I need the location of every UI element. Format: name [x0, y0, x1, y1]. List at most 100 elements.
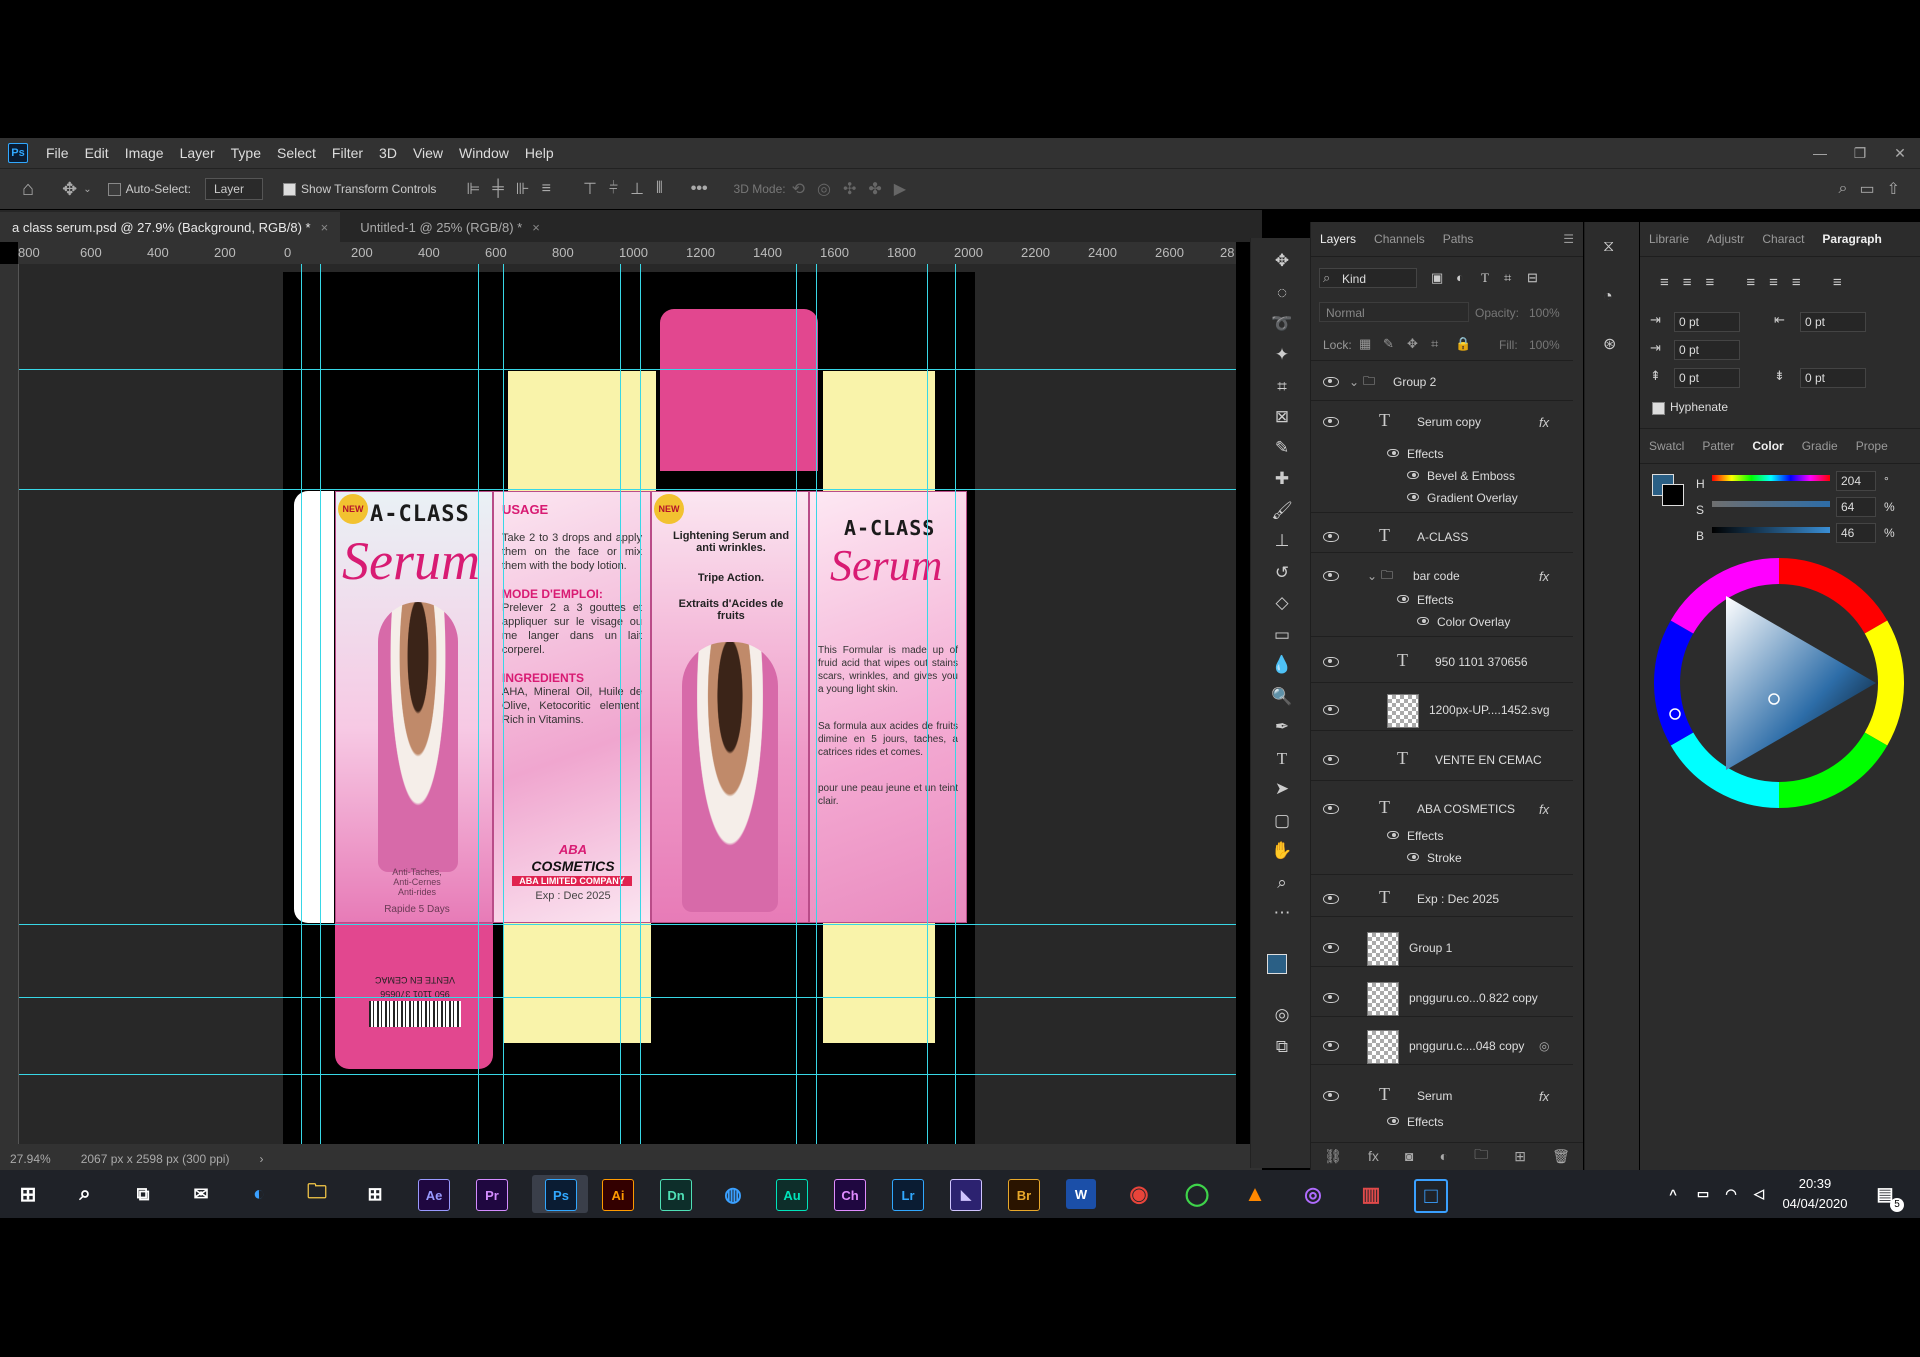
filter-type-icon[interactable]: T [1481, 270, 1489, 286]
tab-a-class-serum[interactable]: a class serum.psd @ 27.9% (Background, R… [0, 212, 341, 242]
visibility-eye-icon[interactable] [1323, 1091, 1339, 1101]
visibility-eye-icon[interactable] [1323, 571, 1339, 581]
lock-pixels-icon[interactable]: ▦ [1359, 336, 1371, 352]
color-wheel[interactable] [1654, 558, 1904, 808]
indent-left-input[interactable]: 0 pt [1674, 312, 1740, 332]
layer-serum-copy[interactable]: T Serum copy fx [1311, 410, 1573, 432]
visibility-eye-icon[interactable] [1323, 705, 1339, 715]
chevron-up-icon[interactable]: ^ [1658, 1179, 1688, 1209]
lasso-tool-icon[interactable]: ➰ [1267, 311, 1297, 337]
guide-vertical[interactable] [320, 264, 321, 1144]
filter-shape-icon[interactable]: ⌗ [1504, 270, 1511, 286]
blend-mode-select[interactable]: Normal [1319, 302, 1469, 322]
layer-select[interactable]: Layer [204, 178, 263, 200]
tab-patterns[interactable]: Patter [1693, 439, 1743, 453]
menu-window[interactable]: Window [451, 145, 517, 161]
align-top-icon[interactable]: ⊤ [583, 179, 597, 199]
tab-paths[interactable]: Paths [1434, 232, 1483, 246]
fx-icon[interactable]: fx [1539, 569, 1549, 584]
effects-row[interactable]: Effects [1311, 1112, 1573, 1132]
tab-adjustments[interactable]: Adjustr [1698, 232, 1753, 246]
layer-pngguru-0822[interactable]: pngguru.co...0.822 copy [1311, 982, 1573, 1016]
dodge-tool-icon[interactable]: 🔍 [1267, 684, 1297, 710]
effect-color-overlay[interactable]: Color Overlay [1311, 612, 1573, 632]
minimize-icon[interactable]: — [1800, 145, 1840, 161]
tab-color[interactable]: Color [1743, 439, 1792, 453]
menu-view[interactable]: View [405, 145, 451, 161]
layer-serum[interactable]: T Serum fx [1311, 1084, 1573, 1106]
first-line-indent-input[interactable]: 0 pt [1674, 340, 1740, 360]
app-icon[interactable]: ◍ [718, 1179, 748, 1209]
tab-swatches[interactable]: Swatcl [1640, 439, 1693, 453]
zoom-level[interactable]: 27.94% [10, 1152, 51, 1166]
visibility-eye-icon[interactable] [1417, 617, 1429, 625]
chrome-icon[interactable]: ◉ [1124, 1179, 1154, 1209]
visibility-eye-icon[interactable] [1323, 377, 1339, 387]
task-view-icon[interactable]: ⧉ [128, 1179, 158, 1209]
guide-vertical[interactable] [640, 264, 641, 1144]
align-left-icon[interactable]: ⊫ [466, 179, 480, 199]
guide-vertical[interactable] [955, 264, 956, 1144]
share-icon[interactable]: ⇧ [1887, 179, 1900, 199]
photoshop-icon[interactable]: Ps [545, 1179, 577, 1211]
clock-date[interactable]: 04/04/2020 [1772, 1196, 1858, 1211]
visibility-eye-icon[interactable] [1407, 853, 1419, 861]
eyedropper-icon[interactable]: ✎ [1267, 435, 1297, 461]
restore-icon[interactable]: ❐ [1840, 145, 1880, 162]
visibility-eye-icon[interactable] [1323, 532, 1339, 542]
add-mask-icon[interactable]: ◙ [1405, 1148, 1413, 1164]
move-tool-icon[interactable]: ✥ [1267, 248, 1297, 274]
close-tab-icon[interactable]: × [321, 220, 329, 235]
document-info[interactable]: 2067 px x 2598 px (300 ppi) [81, 1152, 230, 1166]
fx-icon[interactable]: fx [1539, 1089, 1549, 1104]
visibility-eye-icon[interactable] [1323, 804, 1339, 814]
type-tool-icon[interactable]: T [1267, 746, 1297, 772]
link-layers-icon[interactable]: ⛓ [1324, 1148, 1342, 1165]
menu-file[interactable]: File [38, 145, 77, 161]
pen-tool-icon[interactable]: ✒ [1267, 714, 1297, 740]
start-icon[interactable]: ⊞ [13, 1179, 43, 1209]
filter-adjustment-icon[interactable]: ◐ [1456, 270, 1464, 285]
fx-icon[interactable]: fx [1539, 415, 1549, 430]
3d-orbit-icon[interactable]: ⟲ [792, 179, 805, 199]
space-after-input[interactable]: 0 pt [1800, 368, 1866, 388]
tab-gradients[interactable]: Gradie [1793, 439, 1847, 453]
guide-vertical[interactable] [796, 264, 797, 1144]
close-tab-icon[interactable]: × [532, 220, 540, 235]
chevron-down-icon[interactable]: ⌄ [1367, 569, 1377, 583]
effects-row[interactable]: Effects [1311, 826, 1573, 846]
canvas-area[interactable]: NEW A-CLASS Serum Anti-Taches, Anti-Cern… [19, 264, 1236, 1144]
effect-gradient-overlay[interactable]: Gradient Overlay [1311, 488, 1573, 508]
hyphenate-checkbox[interactable] [1652, 402, 1665, 415]
app-window-icon[interactable]: □ [1414, 1179, 1448, 1213]
lock-all-icon[interactable]: 🔒 [1455, 336, 1471, 352]
magic-wand-icon[interactable]: ✦ [1267, 342, 1297, 368]
guide-vertical[interactable] [503, 264, 504, 1144]
indent-right-input[interactable]: 0 pt [1800, 312, 1866, 332]
layer-pngguru-048[interactable]: pngguru.c....048 copy ◎ [1311, 1030, 1573, 1064]
lightroom-icon[interactable]: Lr [892, 1179, 924, 1211]
clone-stamp-icon[interactable]: ⊥ [1267, 528, 1297, 554]
space-before-input[interactable]: 0 pt [1674, 368, 1740, 388]
checkbox-icon[interactable] [107, 182, 121, 196]
foreground-color-swatch[interactable] [1267, 954, 1287, 974]
effect-bevel-emboss[interactable]: Bevel & Emboss [1311, 466, 1573, 486]
auto-select-checkbox[interactable]: Auto-Select: [107, 182, 191, 196]
adjustment-layer-icon[interactable]: ◐ [1440, 1148, 1448, 1164]
hue-slider[interactable] [1712, 475, 1830, 481]
opacity-value[interactable]: 100% [1529, 306, 1560, 320]
tab-untitled-1[interactable]: Untitled-1 @ 25% (RGB/8) * × [348, 212, 552, 242]
character-animator-icon[interactable]: Ch [834, 1179, 866, 1211]
illustrator-icon[interactable]: Ai [602, 1179, 634, 1211]
visibility-eye-icon[interactable] [1323, 1041, 1339, 1051]
eraser-tool-icon[interactable]: ◇ [1267, 590, 1297, 616]
brightness-slider[interactable] [1712, 527, 1830, 533]
guide-vertical[interactable] [927, 264, 928, 1144]
menu-type[interactable]: Type [223, 145, 269, 161]
rectangle-tool-icon[interactable]: ▢ [1267, 808, 1297, 834]
3d-roll-icon[interactable]: ◎ [817, 179, 831, 199]
3d-pan-icon[interactable]: ✣ [843, 179, 856, 199]
audition-icon[interactable]: Au [776, 1179, 808, 1211]
layer-a-class[interactable]: T A-CLASS [1311, 525, 1573, 547]
panel-menu-icon[interactable]: ☰ [1554, 232, 1583, 246]
